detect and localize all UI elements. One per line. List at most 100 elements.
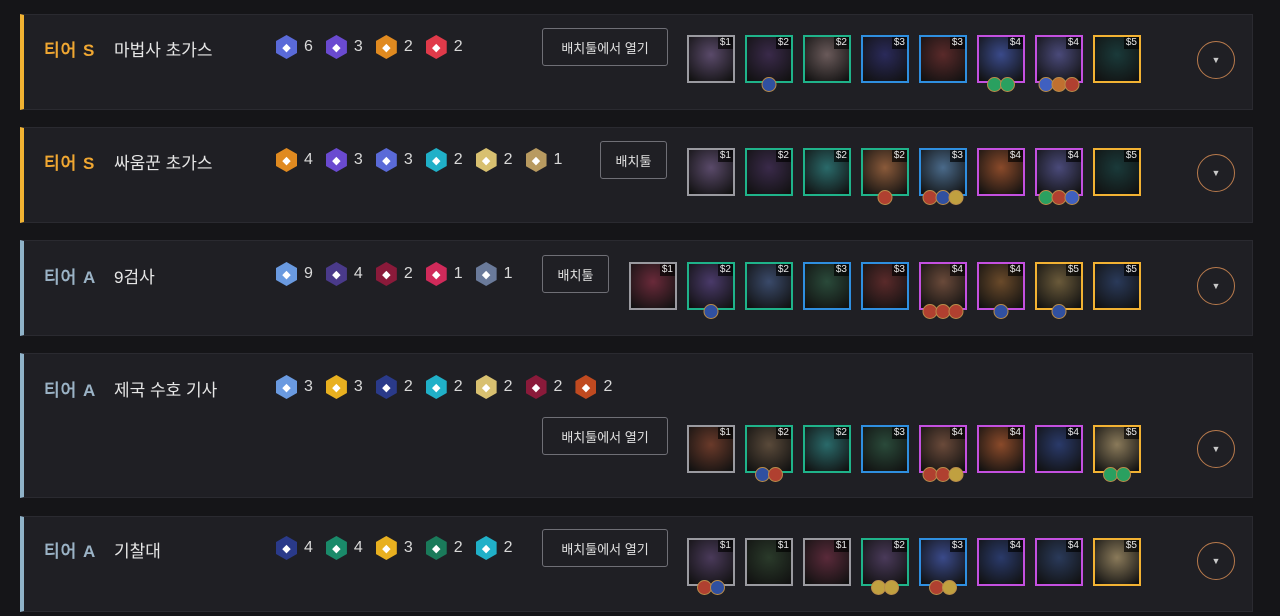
comp-row[interactable]: 티어 S 마법사 초가스 ◆ 6 ◆ 3 ◆ 2 ◆ 2 배치툴에서 열기 $1 $2 $2 $3 $3 $4 $… (20, 14, 1253, 110)
champion-portrait[interactable]: $2 (745, 35, 793, 92)
champion-portrait[interactable]: $4 (1035, 148, 1083, 205)
open-builder-button[interactable]: 배치툴 (542, 255, 609, 293)
champion-portrait[interactable]: $4 (977, 538, 1025, 586)
synergy[interactable]: ◆ 2 (425, 35, 463, 59)
champion-portrait[interactable]: $2 (861, 148, 909, 205)
item-icon[interactable] (884, 580, 899, 595)
champion-portrait[interactable]: $5 (1093, 148, 1141, 196)
synergy[interactable]: ◆ 4 (325, 536, 363, 560)
comp-row[interactable]: 티어 S 싸움꾼 초가스 ◆ 4 ◆ 3 ◆ 3 ◆ 2 ◆ 2 ◆ 1 배치툴 $1 $2 $2 $2 $3 $4 $4… (20, 127, 1253, 223)
expand-button[interactable]: ▼ (1197, 41, 1235, 79)
champion-portrait[interactable]: $2 (861, 538, 909, 595)
synergy[interactable]: ◆ 6 (276, 35, 313, 59)
open-builder-button[interactable]: 배치툴에서 열기 (542, 28, 668, 66)
synergy[interactable]: ◆ 9 (276, 262, 313, 286)
synergy[interactable]: ◆ 1 (425, 262, 463, 286)
synergy[interactable]: ◆ 3 (325, 35, 363, 59)
item-icon[interactable] (1000, 77, 1015, 92)
synergy[interactable]: ◆ 3 (276, 375, 313, 399)
item-icon[interactable] (1064, 77, 1080, 92)
champion-portrait[interactable]: $5 (1093, 425, 1141, 482)
item-icon[interactable] (710, 580, 725, 595)
champion-portrait[interactable]: $4 (1035, 35, 1083, 92)
synergy[interactable]: ◆ 4 (276, 148, 313, 172)
champion-portrait[interactable]: $4 (977, 148, 1025, 196)
champion-portrait[interactable]: $1 (629, 262, 677, 310)
synergy[interactable]: ◆ 2 (475, 536, 513, 560)
champion-portrait[interactable]: $4 (977, 262, 1025, 319)
synergy[interactable]: ◆ 2 (475, 375, 513, 399)
champion-portrait[interactable]: $3 (803, 262, 851, 310)
champion-portrait[interactable]: $1 (687, 538, 735, 595)
synergy[interactable]: ◆ 2 (375, 262, 413, 286)
item-icon[interactable] (1116, 467, 1131, 482)
champion-portrait[interactable]: $3 (919, 35, 967, 83)
champion-portrait[interactable]: $2 (803, 148, 851, 196)
champion-portrait[interactable]: $3 (919, 148, 967, 205)
champion-portrait[interactable]: $2 (745, 148, 793, 196)
synergy[interactable]: ◆ 2 (425, 148, 463, 172)
item-icon[interactable] (942, 580, 957, 595)
item-icon[interactable] (993, 304, 1009, 319)
item-icon[interactable] (761, 77, 777, 92)
item-icon[interactable] (877, 190, 893, 205)
champion-portrait[interactable]: $2 (687, 262, 735, 319)
synergy[interactable]: ◆ 2 (525, 375, 562, 399)
expand-button[interactable]: ▼ (1197, 267, 1235, 305)
expand-button[interactable]: ▼ (1197, 154, 1235, 192)
synergy[interactable]: ◆ 2 (425, 536, 463, 560)
expand-button[interactable]: ▼ (1197, 542, 1235, 580)
champion-portrait[interactable]: $4 (1035, 538, 1083, 586)
champion-portrait[interactable]: $1 (745, 538, 793, 586)
synergy[interactable]: ◆ 3 (375, 536, 413, 560)
synergy[interactable]: ◆ 3 (325, 375, 363, 399)
item-icon[interactable] (1051, 304, 1067, 319)
champion-portrait[interactable]: $3 (861, 35, 909, 83)
item-icon[interactable] (948, 190, 964, 205)
synergy[interactable]: ◆ 2 (575, 375, 612, 399)
synergy[interactable]: ◆ 3 (325, 148, 363, 172)
champion-portrait[interactable]: $4 (1035, 425, 1083, 473)
champion-portrait[interactable]: $2 (803, 35, 851, 83)
item-icon[interactable] (948, 467, 964, 482)
champion-portrait[interactable]: $2 (803, 425, 851, 473)
champion-cost: $4 (1007, 540, 1023, 552)
synergy[interactable]: ◆ 2 (475, 148, 513, 172)
champion-portrait[interactable]: $5 (1093, 538, 1141, 586)
synergy[interactable]: ◆ 3 (375, 148, 413, 172)
champion-portrait[interactable]: $1 (687, 35, 735, 83)
champion-portrait[interactable]: $3 (861, 262, 909, 310)
expand-button[interactable]: ▼ (1197, 430, 1235, 468)
champion-portrait[interactable]: $2 (745, 262, 793, 310)
open-builder-button[interactable]: 배치툴에서 열기 (542, 529, 668, 567)
champion-portrait[interactable]: $5 (1093, 35, 1141, 83)
comp-row[interactable]: 티어 A 9검사 ◆ 9 ◆ 4 ◆ 2 ◆ 1 ◆ 1 배치툴 $1 $2 $2 $3 $3 $4 $4 $5 $5 ▼ (20, 240, 1253, 336)
synergy[interactable]: ◆ 2 (425, 375, 463, 399)
comp-row[interactable]: 티어 A 기찰대 ◆ 4 ◆ 4 ◆ 3 ◆ 2 ◆ 2 배치툴에서 열기 $1 $1 $1 $2 $3 $4 $4 $… (20, 516, 1253, 612)
item-icon[interactable] (1064, 190, 1080, 205)
synergy[interactable]: ◆ 4 (276, 536, 313, 560)
comp-row[interactable]: 티어 A 제국 수호 기사 ◆ 3 ◆ 3 ◆ 2 ◆ 2 ◆ 2 ◆ 2 ◆ 2 배치툴에서 열기 $1 $2 $2… (20, 353, 1253, 498)
champion-portrait[interactable]: $5 (1035, 262, 1083, 319)
champion-portrait[interactable]: $3 (861, 425, 909, 473)
synergy[interactable]: ◆ 1 (475, 262, 513, 286)
open-builder-button[interactable]: 배치툴에서 열기 (542, 417, 668, 455)
champion-portrait[interactable]: $1 (803, 538, 851, 586)
synergy[interactable]: ◆ 2 (375, 35, 413, 59)
synergy[interactable]: ◆ 1 (525, 148, 562, 172)
item-icon[interactable] (948, 304, 964, 319)
item-icon[interactable] (768, 467, 783, 482)
synergy[interactable]: ◆ 2 (375, 375, 413, 399)
champion-portrait[interactable]: $4 (919, 262, 967, 319)
champion-portrait[interactable]: $1 (687, 425, 735, 473)
champion-portrait[interactable]: $4 (977, 35, 1025, 92)
champion-portrait[interactable]: $4 (977, 425, 1025, 473)
champion-portrait[interactable]: $4 (919, 425, 967, 482)
open-builder-button[interactable]: 배치툴 (600, 141, 667, 179)
synergy[interactable]: ◆ 4 (325, 262, 363, 286)
champion-portrait[interactable]: $1 (687, 148, 735, 196)
item-icon[interactable] (703, 304, 719, 319)
champion-portrait[interactable]: $5 (1093, 262, 1141, 310)
champion-portrait[interactable]: $3 (919, 538, 967, 595)
champion-portrait[interactable]: $2 (745, 425, 793, 482)
